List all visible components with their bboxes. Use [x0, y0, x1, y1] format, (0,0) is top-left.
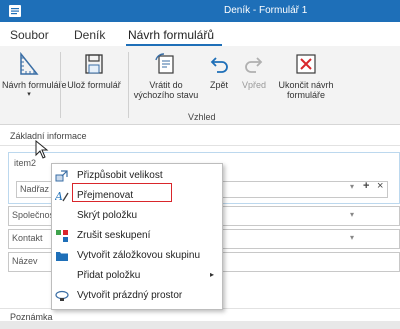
submenu-arrow-icon: ▸: [209, 270, 214, 279]
name-label: Název: [12, 256, 38, 266]
folder-icon: [56, 252, 68, 261]
ribbon-tabs: Soubor Deník Návrh formulářů: [0, 22, 400, 46]
menu-item-label: Skrýt položku: [77, 210, 138, 221]
menu-item-hide[interactable]: Skrýt položku: [52, 206, 222, 225]
ruler-icon: [20, 51, 39, 75]
chevron-down-icon[interactable]: ▾: [350, 210, 354, 219]
menu-item-label: Přidat položku: [77, 270, 141, 281]
reset-default-label-1: Vrátit do: [149, 80, 183, 90]
mouse-cursor-icon: [35, 140, 49, 159]
menu-item-label: Zrušit seskupení: [77, 230, 151, 241]
tab-soubor[interactable]: Soubor: [10, 28, 49, 42]
close-icon: [296, 54, 316, 74]
end-design-label-2: formuláře: [286, 90, 325, 100]
undo-button[interactable]: Zpět: [204, 52, 234, 90]
contact-label: Kontakt: [12, 233, 43, 243]
chevron-down-icon[interactable]: ▾: [350, 182, 354, 191]
redo-label: Vpřed: [241, 80, 267, 90]
menu-item-ungroup[interactable]: Zrušit seskupení: [52, 226, 222, 245]
form-design-button[interactable]: Návrh formuláře ▾: [2, 51, 67, 100]
ribbon-separator: [60, 52, 61, 118]
undo-icon: [210, 57, 228, 73]
title-bar: Deník - Formulář 1: [0, 0, 400, 22]
tab-denik[interactable]: Deník: [74, 28, 105, 42]
save-form-button[interactable]: Ulož formulář: [64, 52, 124, 90]
chevron-down-icon[interactable]: ▾: [350, 233, 354, 242]
reset-icon: [155, 53, 174, 74]
parent-input-placeholder: Nadřaz: [20, 184, 50, 194]
tab-navrh-formularu[interactable]: Návrh formulářů: [128, 28, 214, 42]
undo-label: Zpět: [209, 80, 228, 90]
end-design-label-1: Ukončit návrh: [278, 80, 334, 90]
form-design-label: Návrh formuláře: [2, 80, 67, 90]
end-design-button[interactable]: Ukončit návrh formuláře: [272, 52, 340, 100]
window-title: Deník - Formulář 1: [224, 5, 308, 16]
close-icon[interactable]: ×: [377, 180, 383, 192]
ribbon-separator: [128, 52, 129, 118]
menu-item-label: Vytvořit záložkovou skupinu: [77, 250, 201, 261]
section-divider: [0, 145, 400, 146]
rename-highlight: [72, 183, 172, 202]
svg-text:A: A: [55, 190, 63, 203]
redo-icon: [245, 57, 263, 73]
add-icon[interactable]: +: [363, 180, 369, 192]
empty-space-icon: [55, 290, 69, 301]
ribbon: Návrh formuláře ▾ Ulož formulář Vrátit d…: [0, 46, 400, 125]
save-icon: [85, 54, 103, 74]
menu-item-tab-group[interactable]: Vytvořit záložkovou skupinu: [52, 246, 222, 265]
chevron-down-icon: ▾: [27, 91, 31, 98]
save-form-label: Ulož formulář: [67, 80, 121, 90]
menu-item-label: Vytvořit prázdný prostor: [77, 290, 183, 301]
menu-item-empty-space[interactable]: Vytvořit prázdný prostor: [52, 286, 222, 305]
company-label: Společnos: [12, 210, 55, 220]
resize-icon: [55, 170, 68, 182]
ungroup-icon: [56, 230, 68, 242]
menu-item-label: Přizpůsobit velikost: [77, 170, 163, 181]
group-label-vzhled: Vzhled: [188, 112, 216, 122]
reset-default-button[interactable]: Vrátit do výchozího stavu: [130, 52, 202, 100]
rename-icon: A: [55, 190, 69, 203]
menu-item-add-item[interactable]: Přidat položku ▸: [52, 266, 222, 285]
reset-default-label-2: výchozího stavu: [133, 90, 199, 100]
redo-button[interactable]: Vpřed: [238, 52, 270, 90]
bottom-strip: [0, 321, 400, 329]
app-icon: [9, 5, 21, 17]
item2-label: item2: [14, 158, 37, 168]
